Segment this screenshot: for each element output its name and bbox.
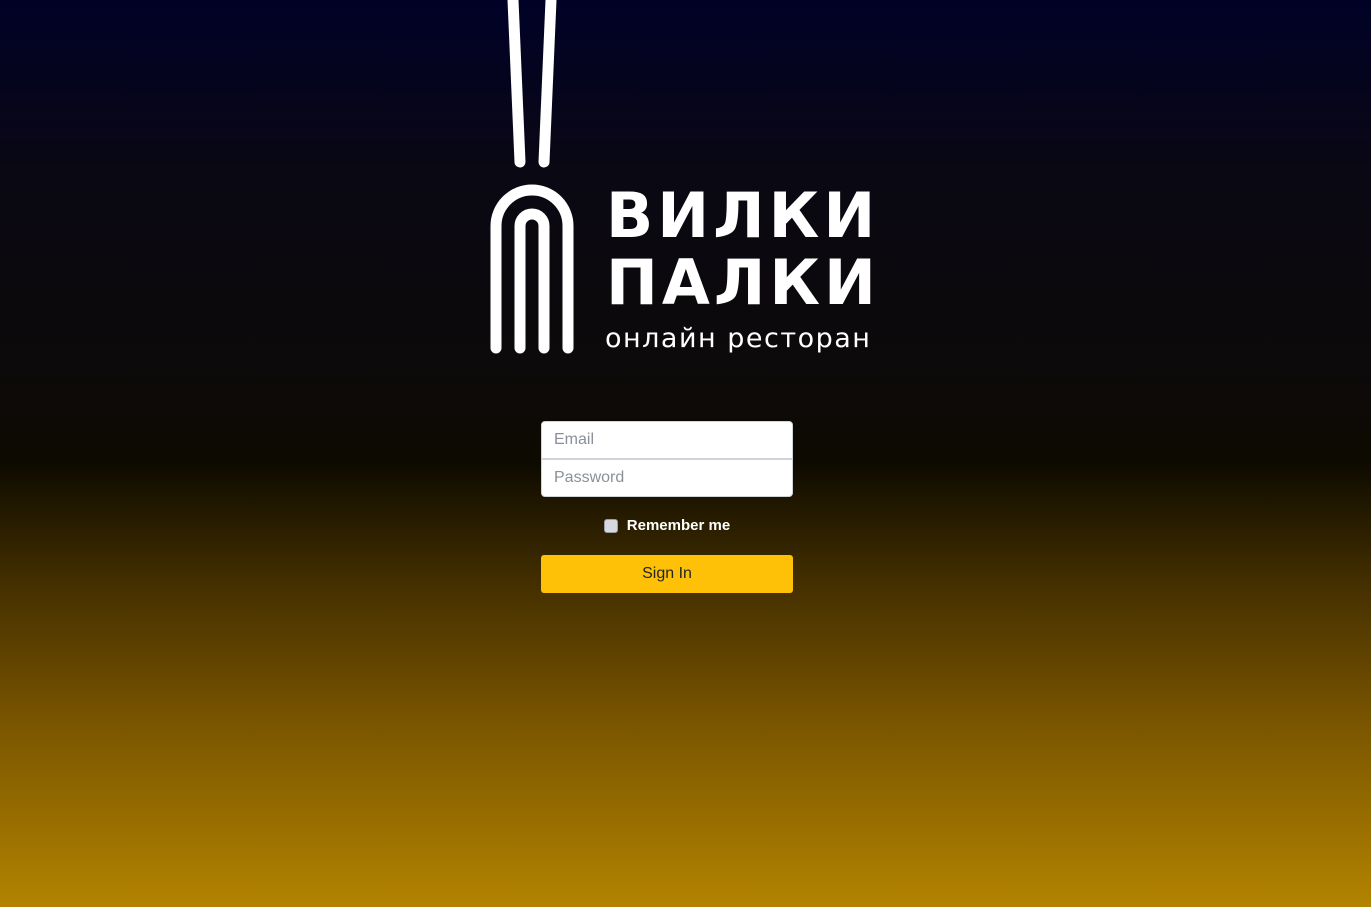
remember-me-control[interactable]: Remember me [603, 517, 731, 534]
logo-subtitle: онлайн ресторан [605, 323, 872, 354]
remember-me-checkbox[interactable] [603, 518, 618, 533]
brand-logo: ВИЛКИ ПАЛКИ онлайн ресторан [0, 0, 1371, 370]
logo-title-line2: ПАЛКИ [606, 246, 880, 319]
sign-in-button[interactable]: Sign In [541, 555, 793, 593]
logo-title-line1: ВИЛКИ [606, 179, 880, 252]
password-field[interactable] [541, 459, 793, 497]
remember-me-label: Remember me [626, 517, 731, 534]
remember-me-row: Remember me [541, 517, 793, 537]
login-form: Remember me Sign In [541, 421, 793, 593]
email-field[interactable] [541, 421, 793, 459]
